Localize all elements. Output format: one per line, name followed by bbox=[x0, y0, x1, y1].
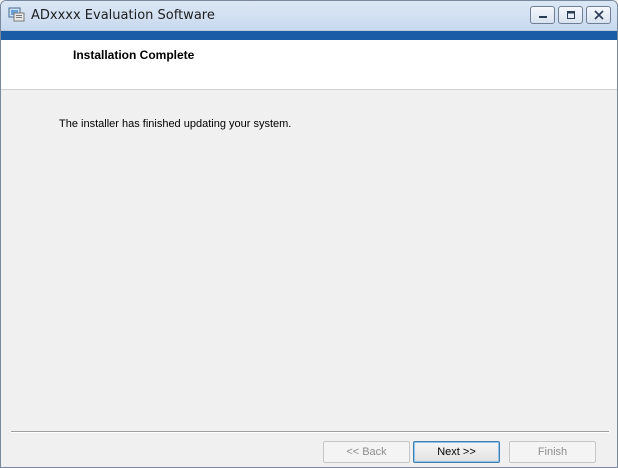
back-button[interactable]: << Back bbox=[323, 441, 410, 463]
finish-button[interactable]: Finish bbox=[509, 441, 596, 463]
window-title: ADxxxx Evaluation Software bbox=[31, 8, 215, 23]
maximize-button[interactable] bbox=[558, 6, 583, 24]
header-banner: Installation Complete bbox=[1, 40, 617, 90]
footer-divider bbox=[11, 431, 609, 433]
minimize-icon bbox=[539, 16, 547, 18]
installer-window: ADxxxx Evaluation Software Installation … bbox=[0, 0, 618, 468]
maximize-icon bbox=[567, 11, 575, 19]
page-title: Installation Complete bbox=[73, 48, 195, 62]
status-message: The installer has finished updating your… bbox=[59, 118, 292, 130]
accent-bar bbox=[1, 31, 617, 40]
close-icon bbox=[594, 10, 604, 20]
caption-buttons bbox=[530, 6, 611, 24]
title-bar[interactable]: ADxxxx Evaluation Software bbox=[1, 1, 617, 31]
installer-app-icon[interactable] bbox=[8, 7, 25, 22]
close-button[interactable] bbox=[586, 6, 611, 24]
minimize-button[interactable] bbox=[530, 6, 555, 24]
next-button[interactable]: Next >> bbox=[413, 441, 500, 463]
